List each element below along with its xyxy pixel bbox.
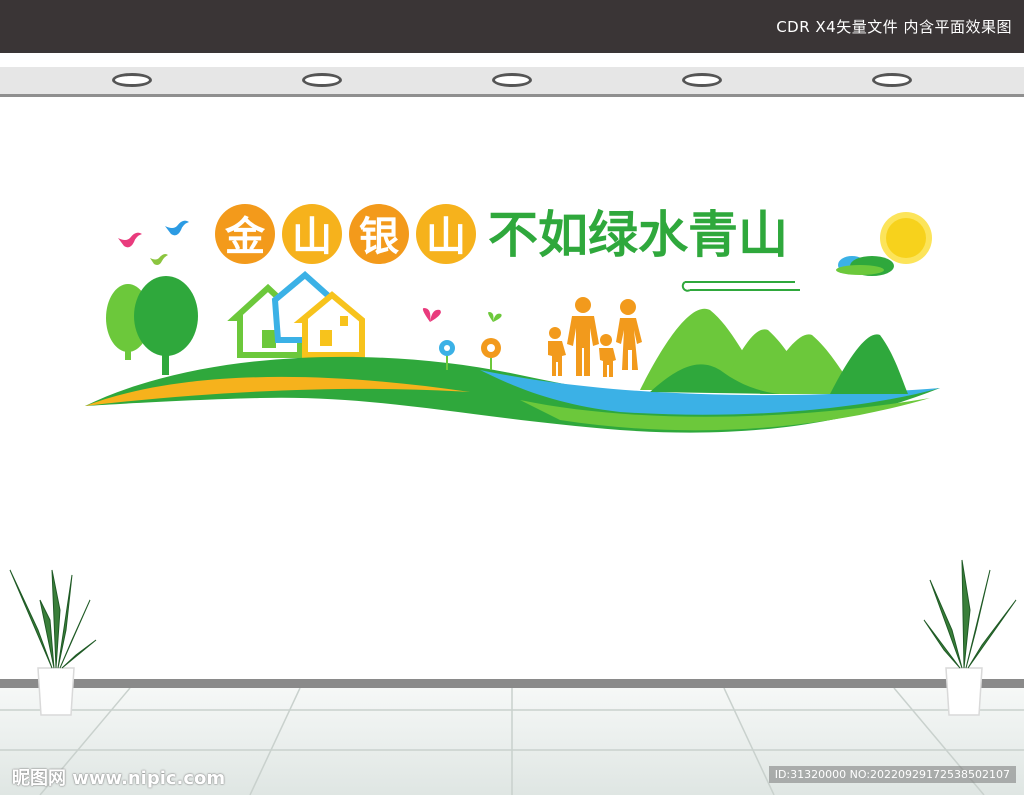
title-orange-text: 金 山 银 山 xyxy=(224,214,466,260)
butterfly-icon xyxy=(488,312,502,322)
flower-icon xyxy=(481,338,501,370)
cloud-icon xyxy=(836,256,894,276)
plant-icon xyxy=(9,569,97,716)
mountain-icon xyxy=(640,308,908,394)
title-char: 山 xyxy=(426,214,466,260)
bird-icon xyxy=(165,220,189,236)
wall-decal: 金 山 银 山 不如绿水青山 xyxy=(9,204,1017,716)
title-char: 金 xyxy=(224,214,266,260)
butterfly-icon xyxy=(422,308,441,322)
title-underline xyxy=(681,281,800,292)
watermark-id: ID:31320000 NO:20220929172538502107 xyxy=(768,766,1016,783)
tree-icon xyxy=(134,276,198,375)
title-char: 山 xyxy=(292,214,332,260)
sun-icon xyxy=(880,212,932,264)
bird-icon xyxy=(118,232,142,248)
bird-icon xyxy=(150,254,168,265)
family-silhouette-icon xyxy=(548,297,642,377)
plant-icon xyxy=(923,559,1017,716)
watermark-logo: 昵图网 www.nipic.com xyxy=(12,768,226,789)
title-char: 银 xyxy=(359,214,399,260)
title-green-text: 不如绿水青山 xyxy=(488,206,788,264)
